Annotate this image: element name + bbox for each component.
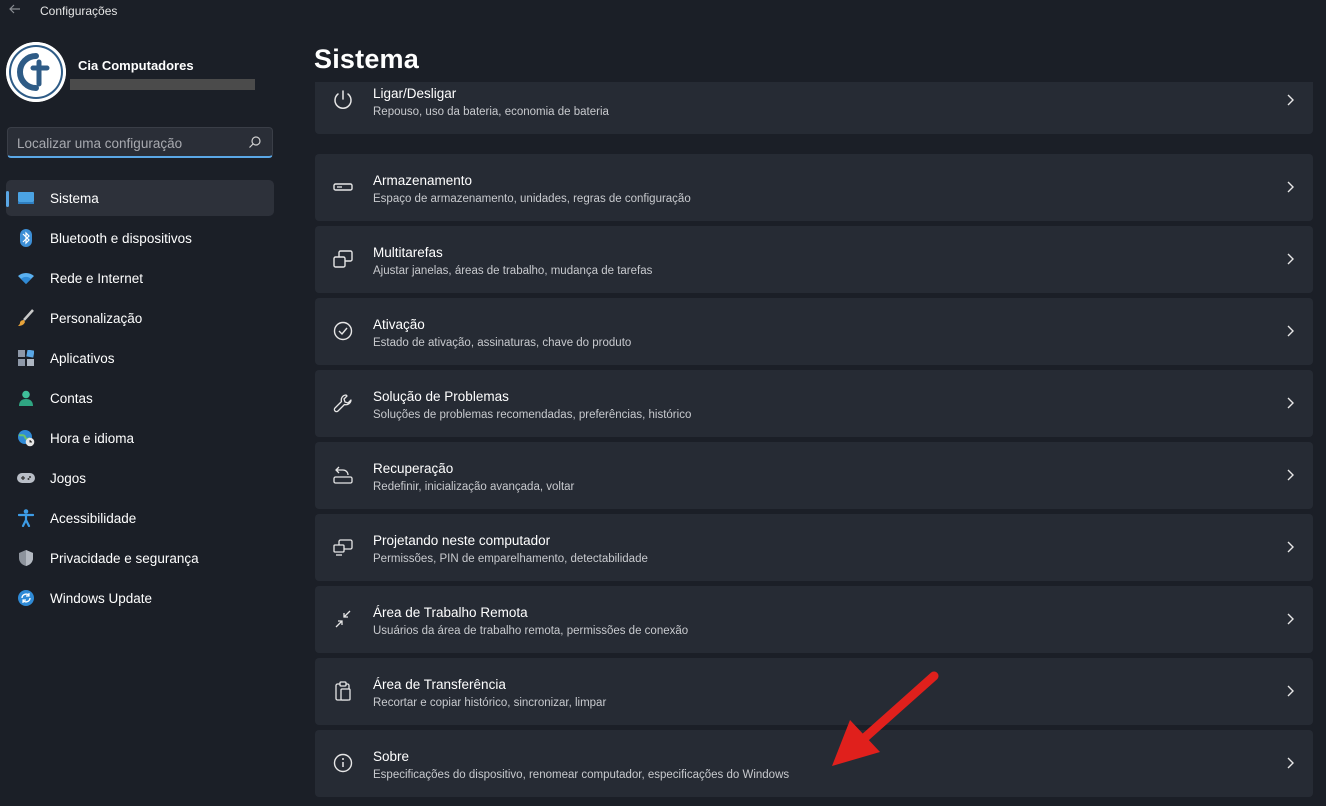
setting-subtitle: Recortar e copiar histórico, sincronizar… [373,697,607,709]
sidebar-item-label: Contas [50,390,93,406]
settings-list: Ligar/Desligar Repouso, uso da bateria, … [315,82,1313,806]
profile-name: Cia Computadores [78,58,194,73]
sidebar-item-acessibilidade[interactable]: Acessibilidade [6,500,274,536]
sidebar-item-label: Aplicativos [50,350,115,366]
setting-title: Projetando neste computador [373,533,551,548]
page-title: Sistema [314,44,419,74]
chevron-right-icon [1285,180,1295,194]
setting-title: Área de Transferência [373,677,506,692]
bluetooth-icon [17,229,35,247]
multitasking-icon [332,248,354,270]
setting-subtitle: Permissões, PIN de emparelhamento, detec… [373,553,648,565]
sidebar-item-jogos[interactable]: Jogos [6,460,274,496]
clipboard-icon [332,680,354,702]
wrench-icon [332,392,354,414]
update-icon [17,589,35,607]
setting-title: Recuperação [373,461,454,476]
setting-card-armazenamento[interactable]: Armazenamento Espaço de armazenamento, u… [315,154,1313,221]
setting-card-recuperacao[interactable]: Recuperação Redefinir, inicialização ava… [315,442,1313,509]
search-box[interactable] [7,127,273,158]
shield-icon [17,549,35,567]
sidebar-item-label: Hora e idioma [50,430,135,446]
recovery-icon [332,464,354,486]
sidebar-item-bluetooth[interactable]: Bluetooth e dispositivos [6,220,274,256]
setting-title: Solução de Problemas [373,389,509,404]
setting-card-ativacao[interactable]: Ativação Estado de ativação, assinaturas… [315,298,1313,365]
globe-clock-icon [17,429,35,447]
sidebar-item-label: Acessibilidade [50,510,137,526]
setting-title: Multitarefas [373,245,443,260]
setting-card-sobre[interactable]: Sobre Especificações do dispositivo, ren… [315,730,1313,797]
chevron-right-icon [1285,468,1295,482]
chevron-right-icon [1285,612,1295,626]
setting-card-area-transferencia[interactable]: Área de Transferência Recortar e copiar … [315,658,1313,725]
search-input[interactable] [17,134,237,152]
red-arrow-annotation-icon [820,668,950,778]
sidebar-item-personalizacao[interactable]: Personalização [6,300,274,336]
chevron-right-icon [1285,396,1295,410]
power-icon [332,89,354,111]
sidebar-item-aplicativos[interactable]: Aplicativos [6,340,274,376]
setting-card-area-trabalho-remota[interactable]: Área de Trabalho Remota Usuários da área… [315,586,1313,653]
setting-title: Sobre [373,749,410,764]
setting-subtitle: Repouso, uso da bateria, economia de bat… [373,106,609,118]
setting-subtitle: Usuários da área de trabalho remota, per… [373,625,689,637]
sidebar-item-label: Sistema [50,190,99,206]
search-icon[interactable] [248,135,262,149]
app-title: Configurações [40,4,118,18]
setting-subtitle: Soluções de problemas recomendadas, pref… [373,409,692,421]
setting-subtitle: Estado de ativação, assinaturas, chave d… [373,337,632,349]
setting-subtitle: Redefinir, inicialização avançada, volta… [373,481,575,493]
sidebar-item-privacidade[interactable]: Privacidade e segurança [6,540,274,576]
chevron-right-icon [1285,93,1295,107]
chevron-right-icon [1285,540,1295,554]
chevron-right-icon [1285,252,1295,266]
chevron-right-icon [1285,324,1295,338]
setting-subtitle: Especificações do dispositivo, renomear … [373,769,790,781]
sidebar-item-windows-update[interactable]: Windows Update [6,580,274,616]
setting-subtitle: Espaço de armazenamento, unidades, regra… [373,193,691,205]
sidebar-item-label: Jogos [50,470,87,486]
brush-icon [17,309,35,327]
monitor-icon [17,189,35,207]
chevron-right-icon [1285,684,1295,698]
setting-card-projetando[interactable]: Projetando neste computador Permissões, … [315,514,1313,581]
remote-desktop-icon [332,608,354,630]
person-icon [17,389,35,407]
title-bar: Configurações [0,0,1326,24]
setting-title: Ativação [373,317,425,332]
setting-card-solucao-problemas[interactable]: Solução de Problemas Soluções de problem… [315,370,1313,437]
sidebar-item-rede[interactable]: Rede e Internet [6,260,274,296]
setting-subtitle: Ajustar janelas, áreas de trabalho, muda… [373,265,653,277]
profile-email-redacted [70,79,255,90]
setting-title: Área de Trabalho Remota [373,605,528,620]
sidebar-item-contas[interactable]: Contas [6,380,274,416]
wifi-icon [17,269,35,287]
info-icon [332,752,354,774]
sidebar-item-label: Privacidade e segurança [50,550,199,566]
sidebar-item-label: Windows Update [50,590,153,606]
accessibility-icon [17,509,35,527]
sidebar-item-hora-idioma[interactable]: Hora e idioma [6,420,274,456]
apps-icon [17,349,35,367]
sidebar-nav: Sistema Bluetooth e dispositivos Rede e … [6,180,274,620]
sidebar-item-label: Bluetooth e dispositivos [50,230,192,246]
sidebar-item-sistema[interactable]: Sistema [6,180,274,216]
back-arrow-icon[interactable] [6,2,24,20]
setting-card-multitarefas[interactable]: Multitarefas Ajustar janelas, áreas de t… [315,226,1313,293]
avatar[interactable] [6,42,66,102]
setting-title: Ligar/Desligar [373,86,457,101]
sidebar-item-label: Personalização [50,310,143,326]
setting-title: Armazenamento [373,173,473,188]
gamepad-icon [17,469,35,487]
sidebar-item-label: Rede e Internet [50,270,144,286]
check-circle-icon [332,320,354,342]
storage-icon [332,176,354,198]
setting-card-ligar-desligar[interactable]: Ligar/Desligar Repouso, uso da bateria, … [315,82,1313,134]
projecting-icon [332,536,354,558]
chevron-right-icon [1285,756,1295,770]
